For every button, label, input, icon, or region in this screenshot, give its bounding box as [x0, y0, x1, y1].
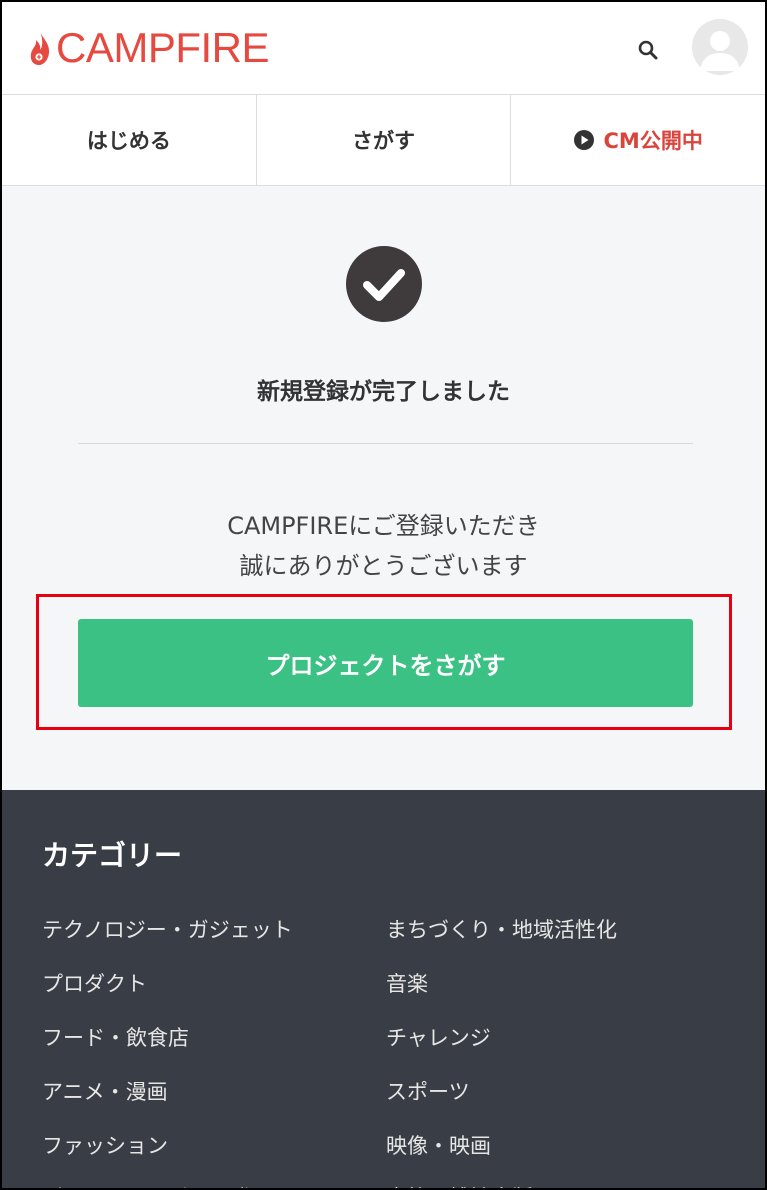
tab-label: はじめる	[86, 129, 171, 153]
user-avatar[interactable]	[692, 19, 748, 75]
search-icon	[638, 40, 658, 60]
category-link-anime[interactable]: アニメ・漫画	[42, 1076, 168, 1106]
site-header: CAMPFIRE	[2, 2, 765, 94]
tab-label: CM公開中	[603, 129, 703, 153]
category-link-challenge[interactable]: チャレンジ	[386, 1022, 491, 1052]
category-link-film[interactable]: 映像・映画	[386, 1130, 491, 1160]
category-link-fashion[interactable]: ファッション	[42, 1130, 168, 1160]
page-frame: CAMPFIRE はじめる さがす CM公開中 新規登録が完了しました CAMP…	[0, 0, 767, 1190]
find-project-button[interactable]: プロジェクトをさがす	[78, 619, 693, 707]
tab-label: さがす	[352, 129, 415, 153]
tab-start[interactable]: はじめる	[2, 95, 257, 185]
tab-cm[interactable]: CM公開中	[511, 95, 765, 185]
play-circle-icon	[573, 130, 594, 150]
category-link-food[interactable]: フード・飲食店	[42, 1022, 189, 1052]
page-title: 新規登録が完了しました	[257, 379, 510, 405]
category-link-sports[interactable]: スポーツ	[386, 1076, 470, 1106]
flame-icon	[30, 31, 50, 65]
checkmark-circle-icon	[346, 246, 422, 322]
logo-text: CAMPFIRE	[56, 24, 270, 71]
thank-you-message-line2: 誠にありがとうございます	[239, 552, 528, 580]
category-link-books[interactable]: 書籍・雑誌出版	[386, 1182, 533, 1188]
footer-categories: カテゴリー テクノロジー・ガジェット プロダクト フード・飲食店 アニメ・漫画 …	[2, 790, 765, 1188]
category-link-technology[interactable]: テクノロジー・ガジェット	[42, 914, 293, 944]
category-link-product[interactable]: プロダクト	[42, 968, 147, 998]
registration-complete-panel: 新規登録が完了しました CAMPFIREにご登録いただき 誠にありがとうございま…	[2, 186, 765, 790]
user-icon	[700, 31, 740, 71]
tab-search[interactable]: さがす	[257, 95, 512, 185]
divider	[78, 443, 693, 444]
thank-you-message-line1: CAMPFIREにご登録いただき	[227, 512, 540, 540]
category-link-music[interactable]: 音楽	[386, 968, 428, 998]
category-link-game[interactable]: ゲーム・サービス開発	[42, 1182, 251, 1188]
top-nav-tabs: はじめる さがす CM公開中	[2, 94, 765, 186]
category-heading: カテゴリー	[42, 839, 183, 872]
search-button[interactable]	[636, 38, 660, 62]
category-link-town[interactable]: まちづくり・地域活性化	[386, 914, 617, 944]
campfire-logo[interactable]: CAMPFIRE	[28, 24, 270, 71]
